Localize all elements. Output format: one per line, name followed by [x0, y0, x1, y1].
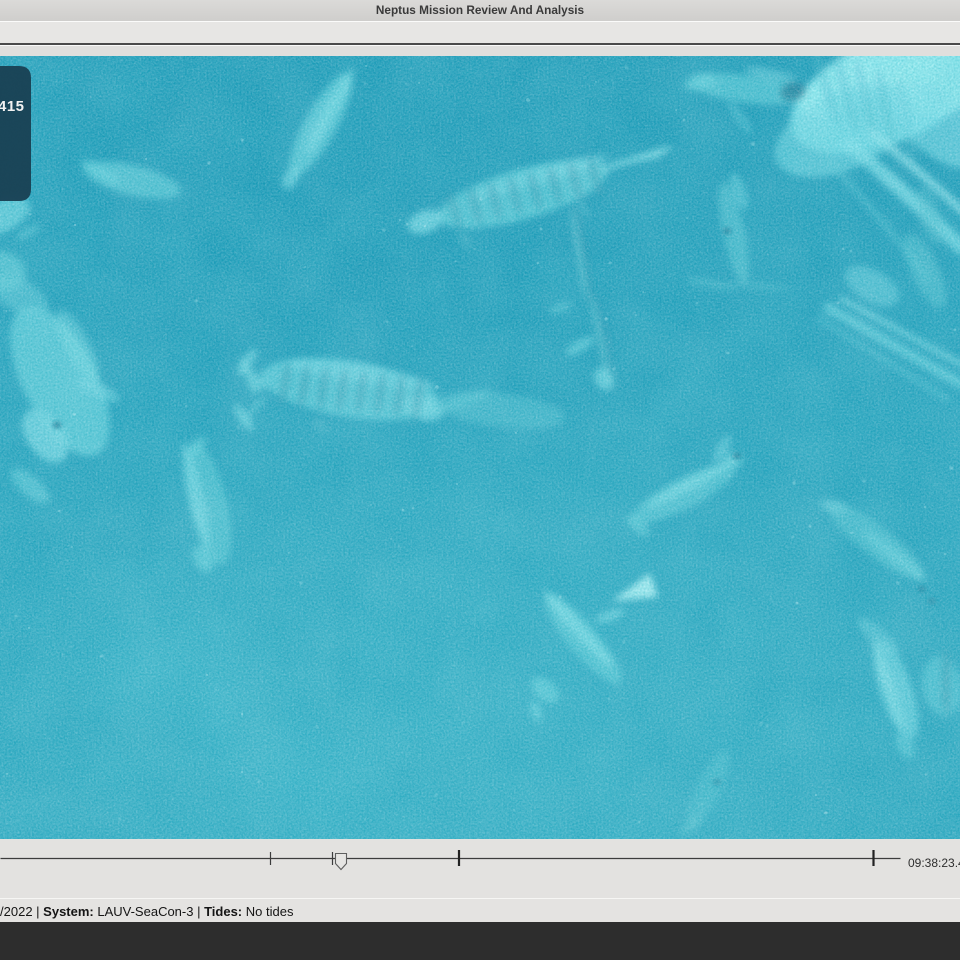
svg-text:415: 415: [0, 98, 25, 115]
